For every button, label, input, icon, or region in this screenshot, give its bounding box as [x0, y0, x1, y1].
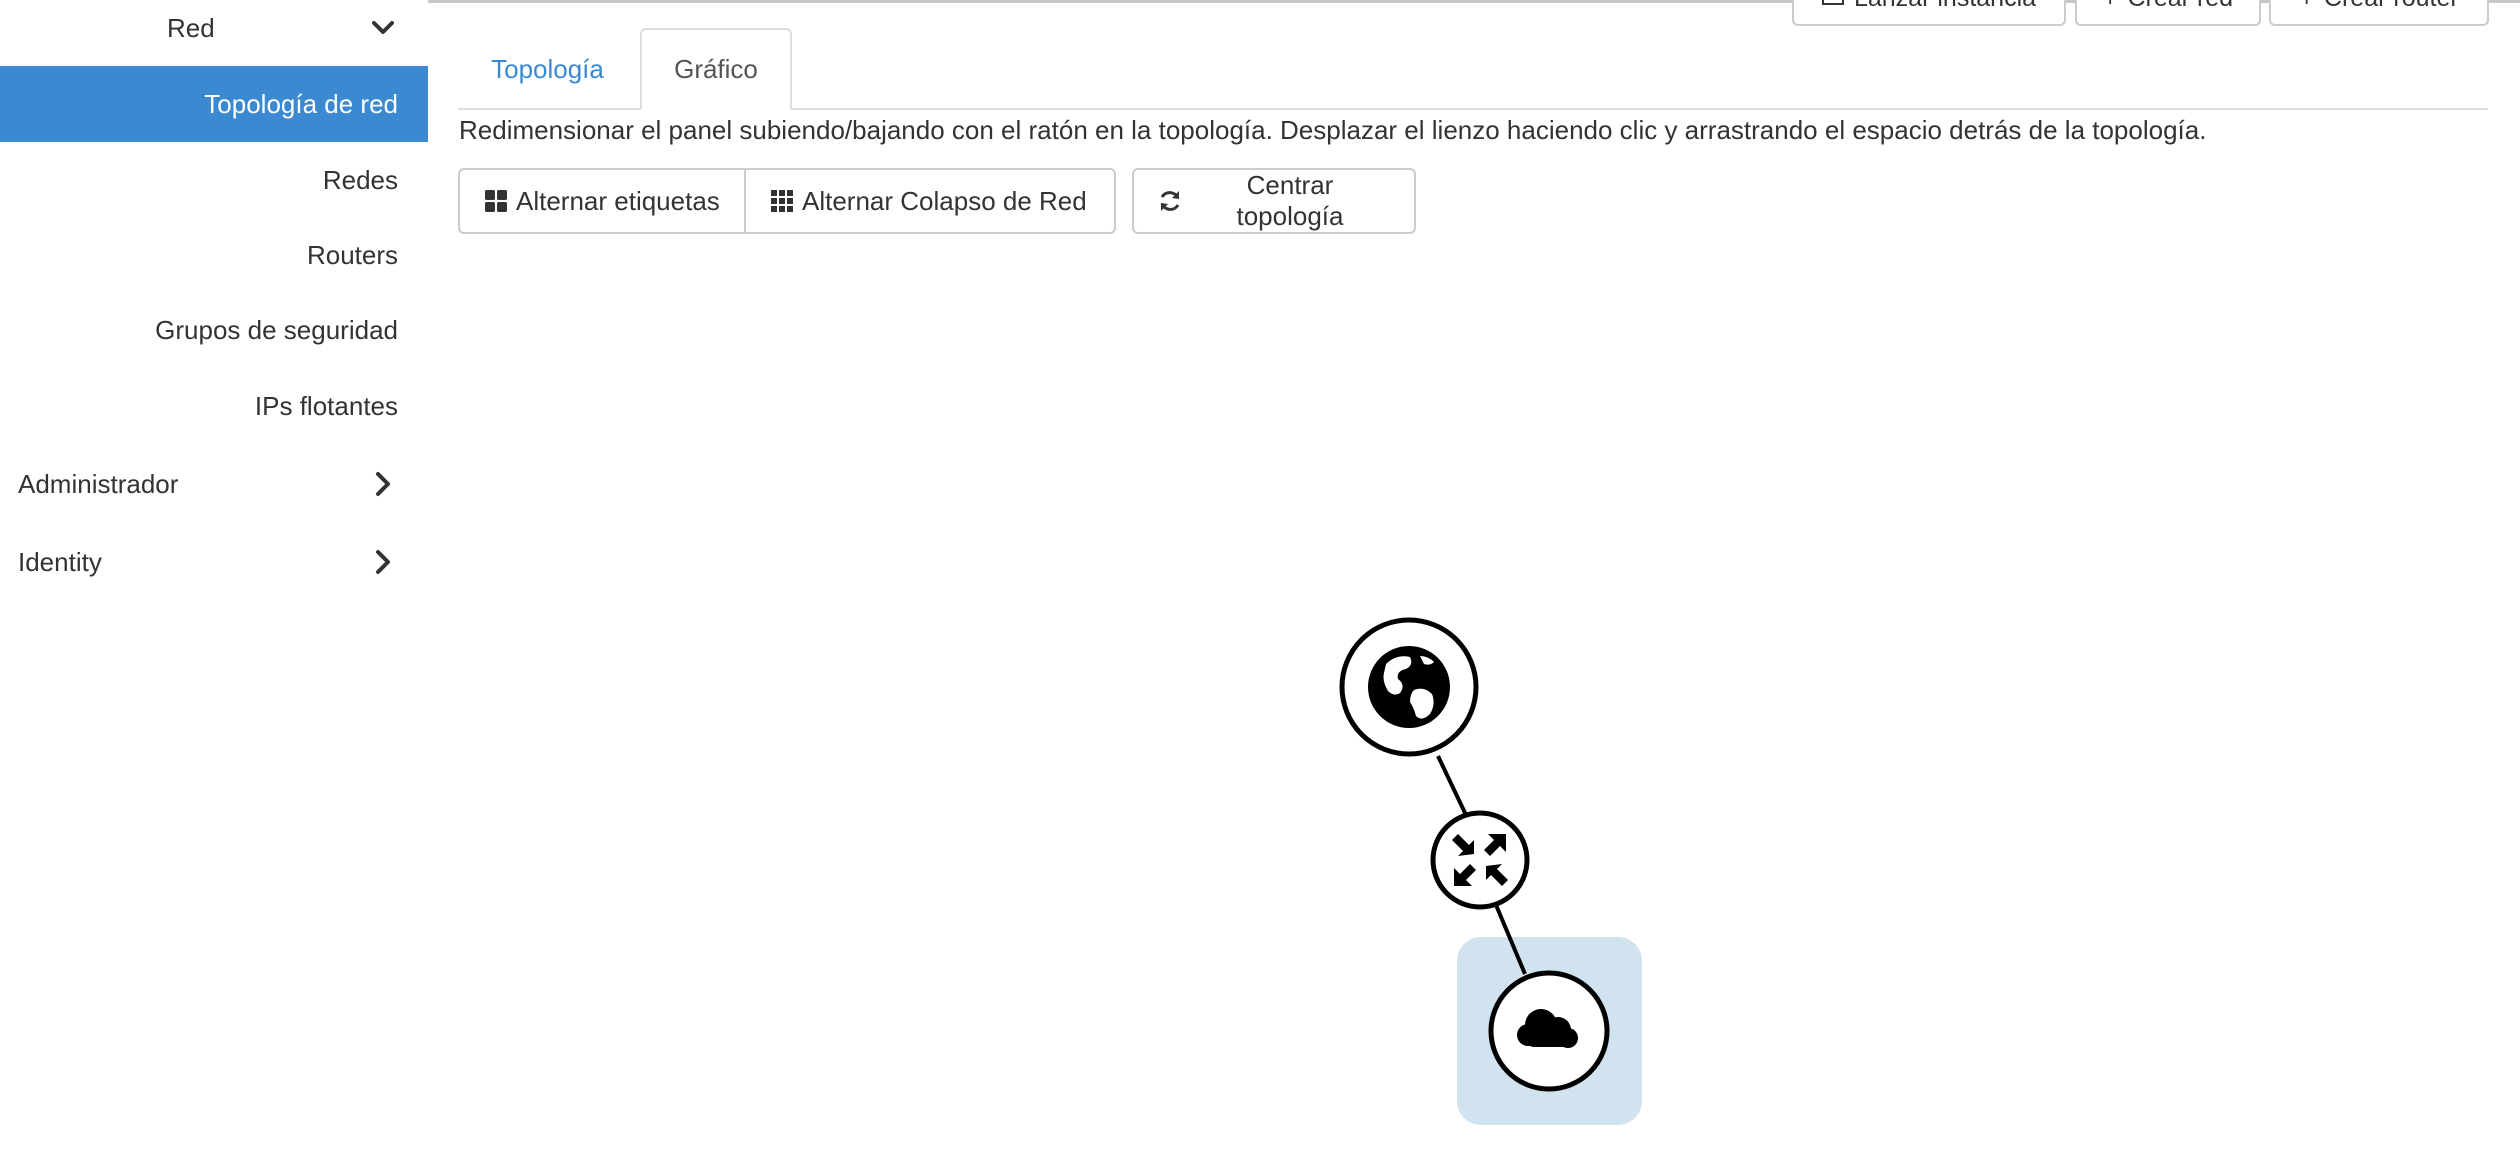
sidebar-section-identity[interactable]: Identity	[0, 530, 428, 594]
create-network-label: Crear red	[2128, 0, 2234, 13]
tab-topology[interactable]: Topología	[460, 28, 635, 110]
router-node[interactable]	[1430, 810, 1530, 910]
sidebar-item-label: Redes	[322, 164, 398, 195]
toggle-labels-button[interactable]: Alternar etiquetas	[458, 168, 746, 234]
sidebar-section-red-label: Red	[167, 12, 215, 43]
globe-icon	[1368, 646, 1450, 728]
center-topology-label: Centrar topología	[1236, 170, 1344, 231]
launch-instance-label: Lanzar instancia	[1854, 0, 2036, 13]
topology-link-external-router	[1436, 755, 1468, 816]
sidebar-item-networks[interactable]: Redes	[0, 142, 428, 218]
topology-help-text: Redimensionar el panel subiendo/bajando …	[459, 115, 2207, 145]
chevron-right-icon	[376, 550, 390, 574]
sidebar-section-admin-label: Administrador	[18, 468, 179, 499]
refresh-icon	[1160, 191, 1180, 211]
create-router-button[interactable]: + Crear router	[2269, 0, 2489, 26]
monitor-icon	[1821, 0, 1844, 5]
sidebar-section-identity-label: Identity	[18, 546, 102, 577]
toggle-network-collapse-button[interactable]: Alternar Colapso de Red	[746, 168, 1116, 234]
sidebar-item-label: IPs flotantes	[254, 390, 398, 421]
network-node[interactable]	[1488, 970, 1610, 1092]
th-icon	[771, 190, 793, 212]
sidebar-section-red[interactable]: Red	[0, 0, 428, 60]
toggle-labels-label: Alternar etiquetas	[516, 185, 720, 216]
toggle-network-collapse-label: Alternar Colapso de Red	[802, 185, 1087, 216]
topology-toggle-group: Alternar etiquetas Alternar Colapso de R…	[458, 168, 1116, 234]
sidebar-section-admin[interactable]: Administrador	[0, 452, 428, 516]
center-topology-button[interactable]: Centrar topología	[1132, 168, 1416, 234]
chevron-right-icon	[376, 472, 390, 496]
topology-link-router-network	[1494, 904, 1527, 975]
chevron-down-icon	[372, 21, 394, 34]
plus-icon: +	[2103, 0, 2118, 13]
sidebar-item-label: Routers	[306, 239, 398, 270]
create-router-label: Crear router	[2324, 0, 2459, 13]
launch-instance-button[interactable]: Lanzar instancia	[1792, 0, 2066, 26]
sidebar-item-network-topology[interactable]: Topología de red	[0, 66, 428, 142]
sidebar-item-label: Grupos de seguridad	[155, 314, 398, 345]
create-network-button[interactable]: + Crear red	[2075, 0, 2261, 26]
sidebar-item-routers[interactable]: Routers	[0, 217, 428, 293]
tab-graph[interactable]: Gráfico	[640, 28, 792, 110]
sidebar: Red Topología de red Redes Routers Grupo…	[0, 0, 428, 1162]
sidebar-item-label: Topología de red	[204, 88, 398, 119]
th-large-icon	[485, 190, 507, 212]
sidebar-item-floating-ips[interactable]: IPs flotantes	[0, 368, 428, 444]
sidebar-item-security-groups[interactable]: Grupos de seguridad	[0, 292, 428, 368]
plus-icon: +	[2299, 0, 2314, 13]
external-network-node[interactable]	[1339, 617, 1479, 757]
